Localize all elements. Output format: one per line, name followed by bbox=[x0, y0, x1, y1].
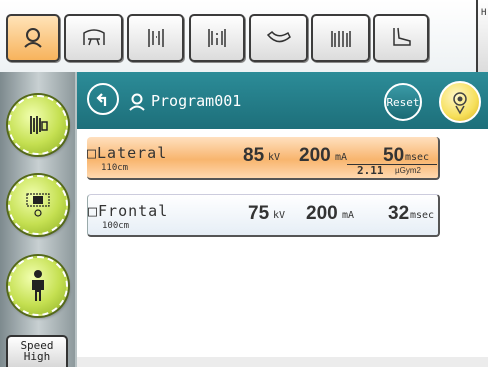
spine-button[interactable] bbox=[127, 14, 184, 62]
standing-patient-button[interactable] bbox=[8, 256, 68, 316]
chest-icon bbox=[208, 29, 226, 47]
spine-icon bbox=[147, 29, 164, 47]
back-button[interactable] bbox=[87, 83, 119, 115]
speed-value: High bbox=[23, 350, 51, 363]
dose-unit: µGym2 bbox=[395, 166, 421, 175]
hands-icon bbox=[330, 31, 351, 47]
dose-value: 2.11 bbox=[357, 164, 384, 177]
bottom-strip bbox=[77, 357, 488, 367]
ma-unit: mA bbox=[335, 152, 348, 163]
exposure-field-icon bbox=[26, 193, 50, 217]
msec-value: 32 bbox=[388, 203, 410, 224]
arm-button[interactable] bbox=[249, 14, 308, 62]
ma-value: 200 bbox=[299, 145, 331, 166]
speed-button[interactable]: Speed High bbox=[6, 335, 68, 367]
exposure-icon bbox=[453, 92, 467, 115]
detector-icon bbox=[30, 116, 48, 134]
reset-button[interactable]: Reset bbox=[384, 83, 422, 121]
program-row-lateral[interactable]: □Lateral 110cm 85 kV 200 mA 50 msec 2.11… bbox=[87, 137, 440, 180]
chest-button[interactable] bbox=[189, 14, 245, 62]
kv-unit: kV bbox=[268, 152, 281, 163]
head-button[interactable] bbox=[64, 14, 123, 62]
patient-button[interactable] bbox=[6, 14, 60, 62]
msec-unit: msec bbox=[410, 210, 435, 221]
detector-button[interactable] bbox=[8, 95, 68, 155]
top-toolbar: H bbox=[0, 0, 488, 72]
program-row-distance: 110cm bbox=[101, 163, 129, 173]
hands-button[interactable] bbox=[311, 14, 370, 62]
arm-icon bbox=[266, 30, 291, 43]
patient-icon bbox=[24, 28, 42, 48]
back-arrow-icon bbox=[96, 93, 107, 106]
program-row-distance: 100cm bbox=[102, 221, 130, 231]
program-row-frontal[interactable]: □Frontal 100cm 75 kV 200 mA 32 msec bbox=[87, 194, 440, 237]
patient-icon bbox=[129, 93, 145, 111]
kv-value: 85 bbox=[243, 145, 265, 166]
kv-value: 75 bbox=[248, 203, 270, 224]
program-name: Program001 bbox=[151, 92, 242, 110]
exposure-button[interactable] bbox=[439, 81, 481, 123]
standing-patient-icon bbox=[32, 270, 44, 301]
head-icon bbox=[82, 29, 105, 46]
kv-unit: kV bbox=[273, 210, 286, 221]
program-row-name: □Frontal bbox=[88, 202, 169, 220]
foot-button[interactable] bbox=[373, 14, 429, 62]
msec-unit: msec bbox=[405, 152, 430, 163]
toolbar-edge-label: H bbox=[481, 8, 487, 18]
exposure-field-button[interactable] bbox=[8, 175, 68, 235]
ma-unit: mA bbox=[342, 210, 355, 221]
program-list: □Lateral 110cm 85 kV 200 mA 50 msec 2.11… bbox=[77, 129, 488, 367]
program-header: Program001 Reset bbox=[77, 72, 488, 129]
program-row-name: □Lateral bbox=[87, 144, 168, 162]
ma-value: 200 bbox=[306, 203, 338, 224]
foot-icon bbox=[393, 27, 411, 46]
